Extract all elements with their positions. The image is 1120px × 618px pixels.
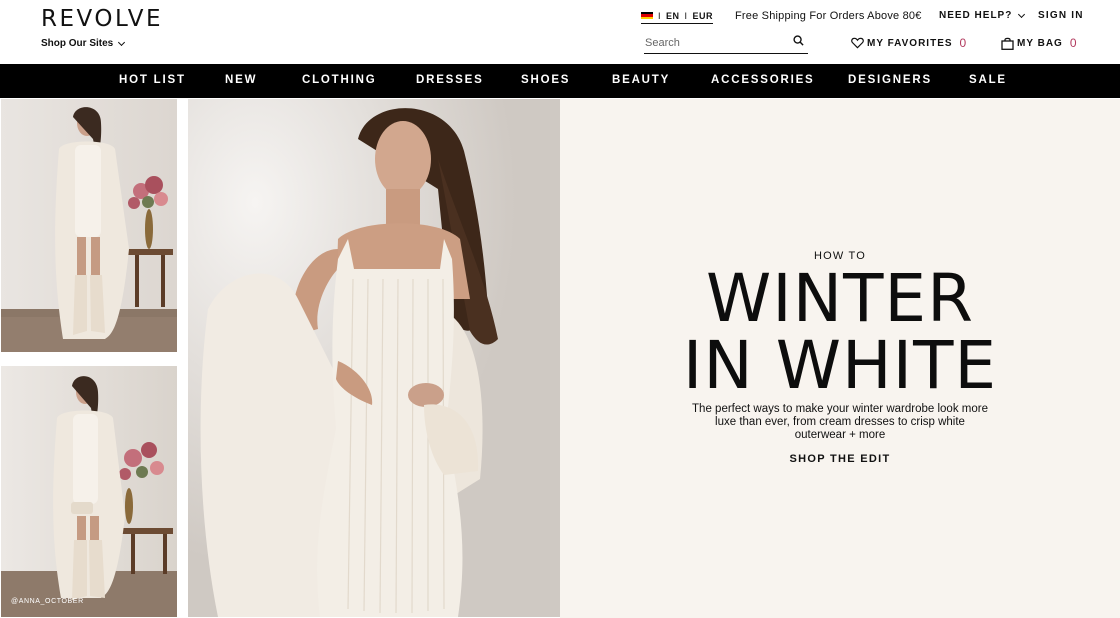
nav-clothing[interactable]: CLOTHING [302, 74, 376, 86]
language-code: EN [666, 10, 680, 21]
my-bag-label: MY BAG [1017, 37, 1063, 49]
search-input[interactable] [644, 33, 784, 53]
currency-code: EUR [692, 10, 714, 21]
nav-accessories[interactable]: ACCESSORIES [711, 74, 815, 86]
bag-icon [1001, 37, 1014, 50]
locale-separator: I [658, 10, 662, 21]
nav-designers[interactable]: DESIGNERS [848, 74, 932, 86]
hero-photo-full-length[interactable] [1, 99, 177, 352]
revolve-logo[interactable]: REVOLVE [41, 6, 163, 32]
favorites-count: 0 [959, 36, 967, 50]
hero-photo-full-length-alt[interactable] [1, 366, 177, 617]
free-shipping-banner: Free Shipping For Orders Above 80€ [735, 10, 922, 22]
sign-in-link[interactable]: SIGN IN [1038, 10, 1084, 21]
site-header: REVOLVE Shop Our Sites I EN I EUR Free S… [0, 0, 1120, 64]
headline-line-1: WINTER [706, 260, 974, 337]
headline-line-2: IN WHITE [682, 327, 998, 404]
search-icon[interactable] [793, 35, 804, 46]
shop-our-sites-label: Shop Our Sites [41, 38, 114, 49]
hero-photo-main[interactable] [188, 99, 560, 617]
main-navigation: HOT LIST NEW CLOTHING DRESSES SHOES BEAU… [0, 64, 1120, 98]
chevron-down-icon [118, 38, 126, 46]
search-bar [644, 33, 808, 54]
nav-sale[interactable]: SALE [969, 74, 1007, 86]
nav-beauty[interactable]: BEAUTY [612, 74, 670, 86]
nav-dresses[interactable]: DRESSES [416, 74, 484, 86]
nav-hot-list[interactable]: HOT LIST [119, 74, 186, 86]
shop-our-sites-dropdown[interactable]: Shop Our Sites [41, 38, 126, 49]
editorial-description: The perfect ways to make your winter war… [692, 403, 988, 441]
editorial-panel: HOW TO WINTER IN WHITE The perfect ways … [560, 99, 1120, 618]
flag-germany-icon [641, 11, 653, 20]
my-favorites-label: MY FAVORITES [867, 37, 953, 49]
nav-shoes[interactable]: SHOES [521, 74, 570, 86]
locale-separator: I [684, 10, 688, 21]
my-favorites-link[interactable]: MY FAVORITES 0 [851, 36, 966, 50]
heart-icon [851, 37, 864, 49]
nav-new[interactable]: NEW [225, 74, 257, 86]
editorial-headline: WINTER IN WHITE [560, 265, 1120, 399]
bag-count: 0 [1069, 36, 1077, 50]
need-help-dropdown[interactable]: NEED HELP? [939, 10, 1026, 21]
shop-the-edit-link[interactable]: SHOP THE EDIT [560, 453, 1120, 465]
locale-selector[interactable]: I EN I EUR [641, 10, 714, 24]
need-help-label: NEED HELP? [939, 10, 1013, 21]
my-bag-link[interactable]: MY BAG 0 [1001, 36, 1077, 50]
chevron-down-icon [1018, 10, 1026, 18]
photo-credit: @ANNA_OCTOBER [11, 598, 84, 605]
